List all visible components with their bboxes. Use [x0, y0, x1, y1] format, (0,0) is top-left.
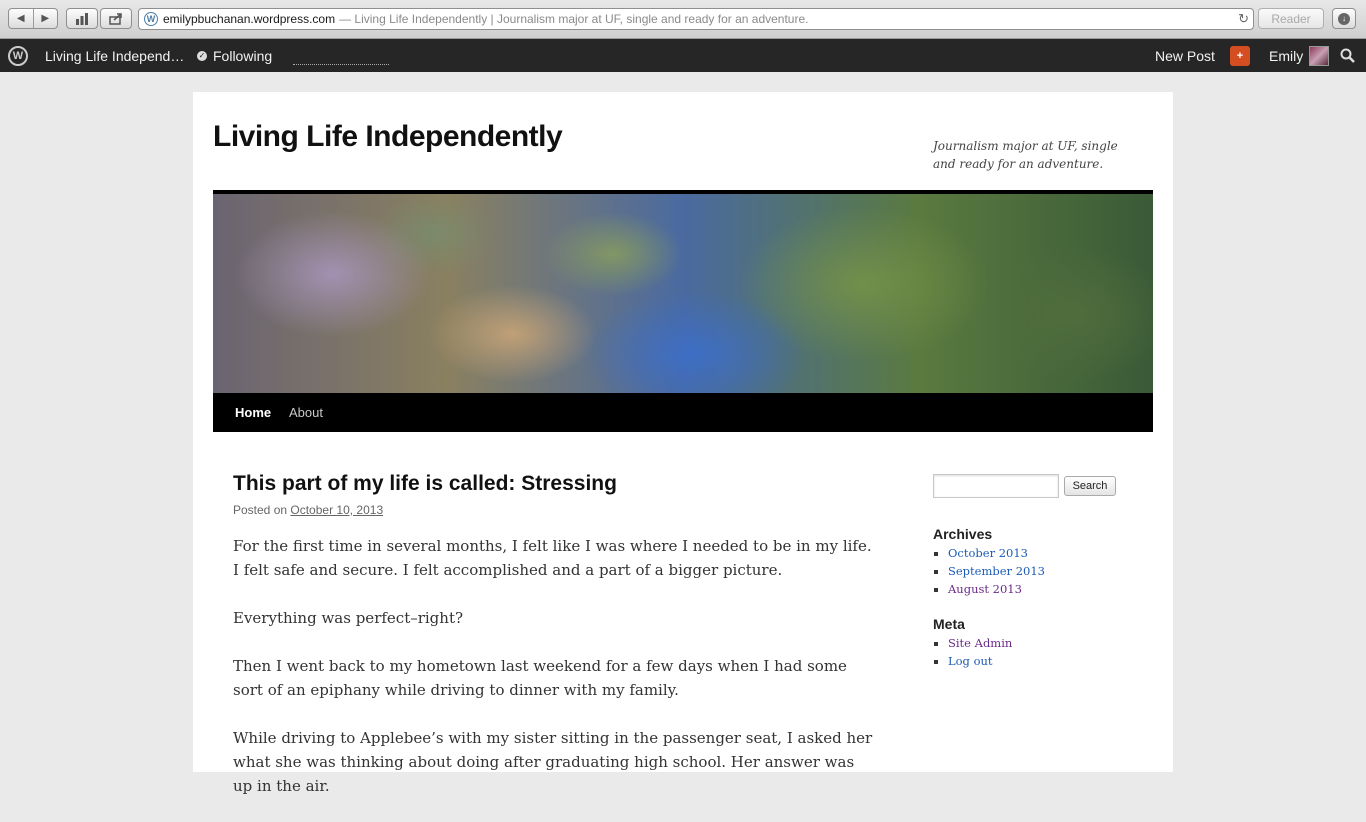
reader-button[interactable]: Reader	[1258, 8, 1324, 29]
menu-item-home[interactable]: Home	[235, 393, 271, 432]
log-out-link[interactable]: Log out	[948, 654, 993, 668]
search-icon	[1340, 48, 1355, 63]
page-container: Living Life Independently Journalism maj…	[193, 92, 1173, 795]
back-forward-buttons: ◀ ▶	[8, 8, 58, 29]
share-button[interactable]	[100, 8, 132, 29]
menu-item-about[interactable]: About	[289, 393, 323, 432]
new-post-link[interactable]: New Post	[1155, 39, 1215, 72]
avatar	[1309, 45, 1330, 66]
archive-link-september-2013[interactable]: September 2013	[948, 564, 1045, 578]
notifications-button[interactable]: +	[1230, 39, 1250, 72]
search-input[interactable]	[933, 474, 1059, 498]
wordpress-admin-bar: W Living Life Independ… ✓ Following New …	[0, 39, 1366, 72]
forward-icon[interactable]: ▶	[34, 9, 58, 28]
stats-sparkline[interactable]	[293, 57, 389, 65]
post-paragraph: While driving to Applebee’s with my sist…	[233, 729, 873, 795]
archive-link-august-2013[interactable]: August 2013	[948, 582, 1022, 596]
downloads-button[interactable]: ↓	[1332, 8, 1356, 29]
admin-search-button[interactable]	[1340, 39, 1355, 72]
post-paragraph: For the first time in several months, I …	[233, 537, 872, 579]
download-icon: ↓	[1338, 12, 1350, 25]
post-title[interactable]: This part of my life is called: Stressin…	[233, 472, 617, 496]
archive-link-october-2013[interactable]: October 2013	[948, 546, 1028, 560]
main-menu: Home About	[213, 393, 1153, 432]
address-bar[interactable]: W emilypbuchanan.wordpress.com — Living …	[138, 8, 1254, 30]
share-icon	[109, 12, 122, 25]
following-menu[interactable]: ✓ Following	[197, 39, 272, 72]
page-title-text: — Living Life Independently | Journalism…	[339, 12, 809, 26]
site-title[interactable]: Living Life Independently	[213, 120, 563, 154]
url-text: emilypbuchanan.wordpress.com	[163, 12, 336, 26]
meta-title: Meta	[933, 616, 965, 632]
browser-toolbar: ◀ ▶ W emilypbuchanan.wordpress.com — Liv…	[0, 0, 1366, 39]
back-icon[interactable]: ◀	[9, 9, 34, 28]
site-admin-link[interactable]: Site Admin	[948, 636, 1012, 650]
wordpress-menu[interactable]: W	[8, 39, 28, 72]
wordpress-logo-icon: W	[8, 45, 28, 66]
post-content: For the first time in several months, I …	[233, 534, 873, 822]
post-paragraph: Then I went back to my hometown last wee…	[233, 657, 847, 699]
posted-on-label: Posted on	[233, 503, 288, 517]
user-name: Emily	[1269, 47, 1304, 64]
check-icon: ✓	[197, 50, 207, 61]
notifications-icon: +	[1230, 45, 1250, 66]
bar-chart-icon	[76, 12, 88, 25]
post-date-link[interactable]: October 10, 2013	[290, 503, 383, 517]
meta-widget: Meta Site Admin Log out	[933, 616, 1012, 670]
archives-title: Archives	[933, 526, 993, 542]
post-paragraph: Everything was perfect–right?	[233, 609, 464, 627]
following-label: Following	[213, 47, 273, 64]
topsites-button[interactable]	[66, 8, 98, 29]
wordpress-favicon-icon: W	[144, 12, 158, 26]
admin-site-name[interactable]: Living Life Independ…	[45, 39, 184, 72]
reload-icon[interactable]: ↻	[1238, 11, 1249, 27]
user-menu[interactable]: Emily	[1269, 39, 1330, 72]
archives-widget: Archives October 2013 September 2013 Aug…	[933, 526, 1045, 598]
site-description: Journalism major at UF, single and ready…	[933, 139, 1118, 171]
header-image[interactable]	[213, 194, 1153, 393]
search-button[interactable]: Search	[1064, 476, 1116, 496]
post-meta: Posted on October 10, 2013	[233, 503, 383, 517]
